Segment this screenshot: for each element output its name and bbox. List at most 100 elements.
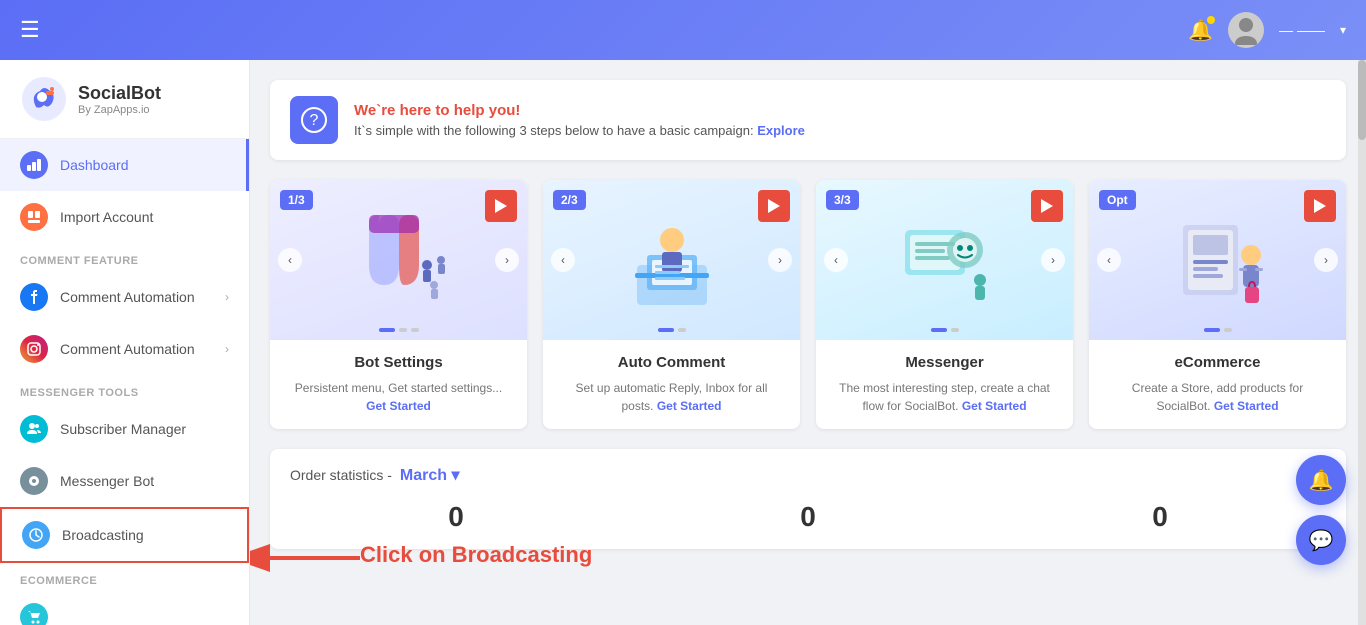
subscriber-icon bbox=[20, 415, 48, 443]
help-desc: It`s simple with the following 3 steps b… bbox=[354, 123, 805, 138]
ig-comment-chevron: › bbox=[225, 342, 229, 356]
dot-1 bbox=[931, 328, 947, 332]
card-1-desc: Persistent menu, Get started settings...… bbox=[286, 379, 511, 415]
card-1-link[interactable]: Get Started bbox=[366, 399, 431, 413]
sidebar-item-ecommerce[interactable] bbox=[0, 591, 249, 625]
card-4-play-btn[interactable] bbox=[1304, 190, 1336, 222]
navbar-left: ☰ bbox=[20, 17, 40, 43]
dot-2 bbox=[1224, 328, 1232, 332]
card-2-desc: Set up automatic Reply, Inbox for all po… bbox=[559, 379, 784, 415]
nav-username: — —— bbox=[1279, 22, 1325, 38]
navbar-bell-icon[interactable]: 🔔 bbox=[1188, 18, 1213, 43]
card-3-image: 3/3 bbox=[816, 180, 1073, 340]
broadcasting-label: Broadcasting bbox=[62, 527, 144, 543]
avatar[interactable] bbox=[1228, 12, 1264, 48]
card-auto-comment: 2/3 bbox=[543, 180, 800, 429]
stats-month-dropdown[interactable]: March ▾ bbox=[400, 465, 460, 485]
card-2-nav-left[interactable]: ‹ bbox=[551, 248, 575, 272]
messenger-bot-label: Messenger Bot bbox=[60, 473, 154, 489]
card-1-dots bbox=[379, 328, 419, 332]
sidebar-item-dashboard[interactable]: Dashboard bbox=[0, 139, 249, 191]
card-4-link[interactable]: Get Started bbox=[1214, 399, 1279, 413]
card-2-dots bbox=[658, 328, 686, 332]
stat-value-2: 0 bbox=[642, 501, 974, 533]
card-3-title: Messenger bbox=[905, 354, 983, 371]
stat-item-1: 0 bbox=[290, 501, 622, 533]
card-3-nav-right[interactable]: › bbox=[1041, 248, 1065, 272]
card-4-image: Opt bbox=[1089, 180, 1346, 340]
card-1-badge: 1/3 bbox=[280, 190, 313, 210]
card-1-nav-right[interactable]: › bbox=[495, 248, 519, 272]
card-1-play-btn[interactable] bbox=[485, 190, 517, 222]
card-3-link[interactable]: Get Started bbox=[962, 399, 1027, 413]
card-2-title: Auto Comment bbox=[618, 354, 726, 371]
card-3-body: Messenger The most interesting step, cre… bbox=[816, 340, 1073, 429]
card-3-nav-left[interactable]: ‹ bbox=[824, 248, 848, 272]
help-text: We`re here to help you! It`s simple with… bbox=[354, 102, 805, 138]
sidebar-item-fb-comment[interactable]: Comment Automation › bbox=[0, 271, 249, 323]
facebook-icon bbox=[20, 283, 48, 311]
sidebar-logo: SocialBot By ZapApps.io bbox=[0, 60, 249, 139]
card-1-image: 1/3 bbox=[270, 180, 527, 340]
sidebar-item-ig-comment[interactable]: Comment Automation › bbox=[0, 323, 249, 375]
logo-text-group: SocialBot By ZapApps.io bbox=[78, 83, 161, 116]
card-2-image: 2/3 bbox=[543, 180, 800, 340]
stat-item-2: 0 bbox=[642, 501, 974, 533]
fb-comment-chevron: › bbox=[225, 290, 229, 304]
dashboard-label: Dashboard bbox=[60, 157, 129, 173]
bell-notification-dot bbox=[1207, 16, 1215, 24]
sidebar-item-broadcasting[interactable]: Broadcasting bbox=[0, 507, 249, 563]
stats-section: Order statistics - March ▾ 0 0 0 bbox=[270, 449, 1346, 549]
ecommerce-icon bbox=[20, 603, 48, 625]
floating-buttons: 🔔 💬 bbox=[1296, 455, 1346, 565]
dot-1 bbox=[1204, 328, 1220, 332]
nav-dropdown-icon[interactable]: ▾ bbox=[1340, 23, 1346, 37]
ig-comment-label: Comment Automation bbox=[60, 341, 195, 357]
scrollbar-track[interactable] bbox=[1358, 60, 1366, 625]
card-4-nav-right[interactable]: › bbox=[1314, 248, 1338, 272]
broadcasting-icon bbox=[22, 521, 50, 549]
card-4-badge: Opt bbox=[1099, 190, 1136, 210]
floating-bell-button[interactable]: 🔔 bbox=[1296, 455, 1346, 505]
stats-grid: 0 0 0 bbox=[290, 501, 1326, 533]
dot-2 bbox=[951, 328, 959, 332]
import-account-label: Import Account bbox=[60, 209, 153, 225]
card-messenger: 3/3 bbox=[816, 180, 1073, 429]
card-3-play-btn[interactable] bbox=[1031, 190, 1063, 222]
card-1-nav-left[interactable]: ‹ bbox=[278, 248, 302, 272]
card-2-badge: 2/3 bbox=[553, 190, 586, 210]
section-ecommerce: ECOMMERCE bbox=[0, 563, 249, 591]
stat-value-1: 0 bbox=[290, 501, 622, 533]
dashboard-icon bbox=[20, 151, 48, 179]
hamburger-icon[interactable]: ☰ bbox=[20, 17, 40, 43]
sidebar: SocialBot By ZapApps.io Dashboard Import… bbox=[0, 60, 250, 625]
dot-1 bbox=[379, 328, 395, 332]
card-2-nav-right[interactable]: › bbox=[768, 248, 792, 272]
scrollbar-thumb[interactable] bbox=[1358, 60, 1366, 140]
dot-1 bbox=[658, 328, 674, 332]
messenger-illustration bbox=[890, 205, 1000, 315]
dot-2 bbox=[399, 328, 407, 332]
section-messenger-tools: MESSENGER TOOLS bbox=[0, 375, 249, 403]
card-4-title: eCommerce bbox=[1175, 354, 1261, 371]
content-area: ? We`re here to help you! It`s simple wi… bbox=[250, 60, 1366, 625]
sidebar-item-import-account[interactable]: Import Account bbox=[0, 191, 249, 243]
floating-chat-button[interactable]: 💬 bbox=[1296, 515, 1346, 565]
app-name: SocialBot bbox=[78, 83, 161, 104]
stat-item-3: 0 bbox=[994, 501, 1326, 533]
card-3-dots bbox=[931, 328, 959, 332]
card-2-link[interactable]: Get Started bbox=[657, 399, 722, 413]
card-3-desc: The most interesting step, create a chat… bbox=[832, 379, 1057, 415]
navbar: ☰ 🔔 — —— ▾ bbox=[0, 0, 1366, 60]
sidebar-item-subscriber-manager[interactable]: Subscriber Manager bbox=[0, 403, 249, 455]
card-ecommerce: Opt bbox=[1089, 180, 1346, 429]
help-icon-box: ? bbox=[290, 96, 338, 144]
card-2-play-btn[interactable] bbox=[758, 190, 790, 222]
card-1-title: Bot Settings bbox=[354, 354, 442, 371]
sidebar-item-messenger-bot[interactable]: Messenger Bot bbox=[0, 455, 249, 507]
help-explore-link[interactable]: Explore bbox=[757, 123, 805, 138]
card-2-body: Auto Comment Set up automatic Reply, Inb… bbox=[543, 340, 800, 429]
card-4-nav-left[interactable]: ‹ bbox=[1097, 248, 1121, 272]
messenger-bot-icon bbox=[20, 467, 48, 495]
cards-row: 1/3 bbox=[270, 180, 1346, 429]
